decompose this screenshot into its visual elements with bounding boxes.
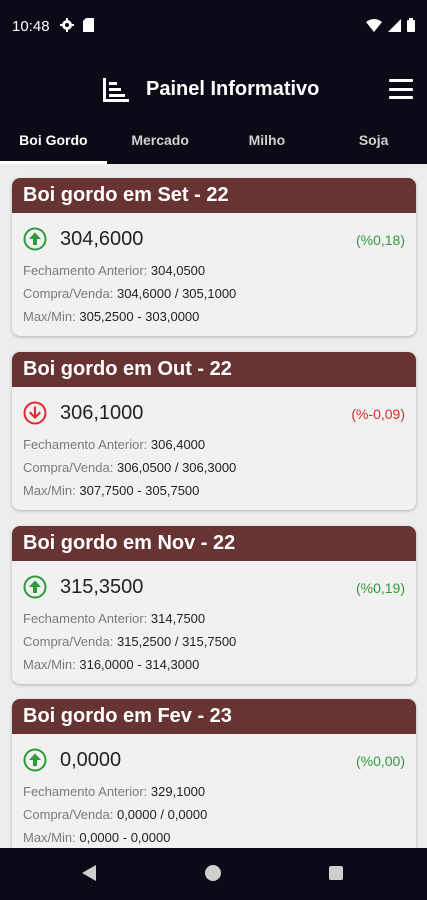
- card-title: Boi gordo em Set - 22: [12, 178, 416, 213]
- status-bar: 10:48: [0, 0, 427, 56]
- home-icon[interactable]: [205, 865, 221, 881]
- list-chart-icon: [103, 78, 129, 102]
- arrow-down-circle-icon: [23, 401, 47, 425]
- compra-venda-label: Compra/Venda:: [23, 807, 114, 822]
- min-value: 0,0000: [130, 830, 171, 845]
- compra-value: 306,0500: [116, 460, 172, 475]
- max-value: 316,0000: [79, 657, 134, 672]
- percent-change: (%0,18): [355, 232, 405, 248]
- back-icon[interactable]: [82, 865, 96, 881]
- fechamento-value: 306,4000: [150, 437, 206, 452]
- hamburger-menu-icon[interactable]: [389, 79, 413, 99]
- signal-icon: [388, 18, 401, 32]
- card-title: Boi gordo em Fev - 23: [12, 699, 416, 734]
- fechamento-label: Fechamento Anterior:: [23, 263, 148, 278]
- card-title: Boi gordo em Out - 22: [12, 352, 416, 387]
- max-min-label: Max/Min:: [23, 483, 76, 498]
- venda-value: 315,7500: [182, 634, 237, 649]
- percent-change: (%0,19): [355, 580, 405, 596]
- quote-card[interactable]: Boi gordo em Set - 22 304,6000 (%0,18) F…: [12, 178, 416, 336]
- venda-value: 305,1000: [182, 286, 237, 301]
- current-price: 0,0000: [60, 749, 122, 771]
- percent-change: (%0,00): [355, 753, 405, 769]
- tab-soja[interactable]: Soja: [320, 120, 427, 164]
- sd-card-icon: [83, 18, 94, 32]
- compra-venda-label: Compra/Venda:: [23, 460, 114, 475]
- tab-mercado[interactable]: Mercado: [107, 120, 214, 164]
- gear-icon: [60, 18, 74, 32]
- percent-change: (%-0,09): [351, 406, 405, 422]
- compra-venda-label: Compra/Venda:: [23, 286, 114, 301]
- max-min-label: Max/Min:: [23, 309, 76, 324]
- arrow-up-circle-icon: [23, 575, 47, 599]
- fechamento-label: Fechamento Anterior:: [23, 784, 148, 799]
- battery-icon: [407, 18, 415, 32]
- page-title: Painel Informativo: [146, 78, 320, 100]
- system-nav-bar: [0, 848, 427, 900]
- quote-card[interactable]: Boi gordo em Out - 22 306,1000 (%-0,09) …: [12, 352, 416, 510]
- recents-icon[interactable]: [329, 866, 343, 880]
- tab-milho[interactable]: Milho: [214, 120, 321, 164]
- quote-card[interactable]: Boi gordo em Nov - 22 315,3500 (%0,19) F…: [12, 526, 416, 684]
- compra-value: 0,0000: [116, 807, 157, 822]
- arrow-up-circle-icon: [23, 748, 47, 772]
- max-min-label: Max/Min:: [23, 830, 76, 845]
- min-value: 314,3000: [145, 657, 200, 672]
- tab-boi-gordo[interactable]: Boi Gordo: [0, 120, 107, 164]
- max-value: 305,2500: [79, 309, 134, 324]
- card-title: Boi gordo em Nov - 22: [12, 526, 416, 561]
- tab-bar: Boi Gordo Mercado Milho Soja: [0, 120, 427, 164]
- current-price: 304,6000: [60, 228, 144, 250]
- current-price: 315,3500: [60, 576, 144, 598]
- fechamento-value: 314,7500: [150, 611, 206, 626]
- current-price: 306,1000: [60, 402, 144, 424]
- venda-value: 0,0000: [167, 807, 208, 822]
- min-value: 305,7500: [145, 483, 200, 498]
- arrow-up-circle-icon: [23, 227, 47, 251]
- compra-value: 315,2500: [116, 634, 172, 649]
- status-time: 10:48: [12, 18, 50, 35]
- max-value: 0,0000: [79, 830, 120, 845]
- min-value: 303,0000: [145, 309, 200, 324]
- max-min-label: Max/Min:: [23, 657, 76, 672]
- quote-card[interactable]: Boi gordo em Fev - 23 0,0000 (%0,00) Fec…: [12, 699, 416, 848]
- fechamento-label: Fechamento Anterior:: [23, 611, 148, 626]
- max-value: 307,7500: [79, 483, 134, 498]
- venda-value: 306,3000: [182, 460, 237, 475]
- compra-value: 304,6000: [116, 286, 172, 301]
- fechamento-value: 304,0500: [150, 263, 206, 278]
- compra-venda-label: Compra/Venda:: [23, 634, 114, 649]
- app-bar: Painel Informativo: [0, 56, 427, 120]
- fechamento-label: Fechamento Anterior:: [23, 437, 148, 452]
- fechamento-value: 329,1000: [150, 784, 206, 799]
- quotes-list[interactable]: Boi gordo em Set - 22 304,6000 (%0,18) F…: [0, 164, 427, 848]
- wifi-icon: [366, 18, 382, 32]
